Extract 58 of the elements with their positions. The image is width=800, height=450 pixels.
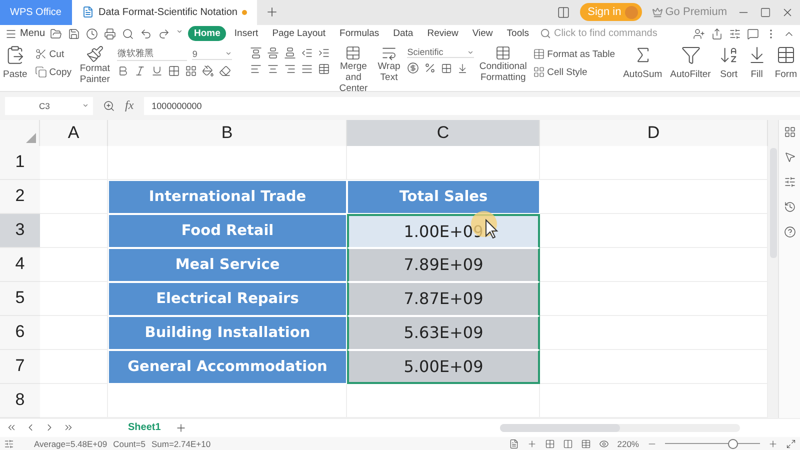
- sort-button[interactable]: Sort: [718, 43, 740, 82]
- row-header[interactable]: 5: [0, 282, 40, 316]
- ribbon-tab[interactable]: Page Layout: [266, 26, 332, 42]
- row-header[interactable]: 1: [0, 146, 40, 180]
- merge-button[interactable]: Merge and Center: [336, 43, 371, 96]
- table-cell[interactable]: 5.63E+09: [347, 316, 540, 350]
- table-cell: General Accommodation: [108, 350, 347, 384]
- autofilter-button[interactable]: AutoFilter: [669, 43, 712, 82]
- sheet-tab[interactable]: Sheet1: [122, 421, 167, 434]
- ribbon-tab[interactable]: Insert: [228, 26, 264, 42]
- font-size-select[interactable]: 9: [192, 48, 232, 60]
- row-header[interactable]: 6: [0, 316, 40, 350]
- form-button[interactable]: Form: [774, 43, 798, 82]
- ribbon-tab[interactable]: View: [466, 26, 499, 42]
- wrap-text-button[interactable]: Wrap Text: [376, 43, 402, 86]
- ribbon-tab[interactable]: Data: [387, 26, 420, 42]
- row-header[interactable]: 8: [0, 384, 40, 418]
- row-header[interactable]: 2: [0, 180, 40, 214]
- average-text: Average=5.48E+09: [34, 438, 108, 449]
- function-label[interactable]: fx: [125, 98, 134, 114]
- copy-button[interactable]: Copy: [34, 65, 72, 80]
- format-painter-button[interactable]: Format Painter: [78, 43, 112, 88]
- column-header[interactable]: A: [40, 120, 108, 146]
- ribbon-tab[interactable]: Review: [421, 26, 464, 42]
- column-header[interactable]: D: [540, 120, 768, 146]
- table-cell: Electrical Repairs: [108, 282, 347, 316]
- zoom-text[interactable]: 220%: [617, 438, 639, 449]
- menu-label[interactable]: Menu: [20, 28, 46, 40]
- ribbon-tab[interactable]: Formulas: [334, 26, 386, 42]
- row-header[interactable]: 3: [0, 214, 40, 248]
- fill-button[interactable]: Fill: [746, 43, 768, 82]
- table-cell: Meal Service: [108, 248, 347, 282]
- column-header[interactable]: B: [108, 120, 347, 146]
- name-box[interactable]: C3: [5, 96, 93, 115]
- ribbon-tab[interactable]: Home: [188, 26, 226, 42]
- number-format-select[interactable]: Scientific: [407, 47, 474, 58]
- paste-button[interactable]: Paste: [2, 43, 28, 82]
- row-header[interactable]: 7: [0, 350, 40, 384]
- table-cell[interactable]: 5.00E+09: [347, 350, 540, 384]
- cell-style-button[interactable]: Cell Style: [532, 65, 616, 80]
- autosum-button[interactable]: AutoSum: [622, 43, 664, 82]
- table-cell[interactable]: 7.89E+09: [347, 248, 540, 282]
- count-text: Count=5: [113, 438, 146, 449]
- cut-button[interactable]: Cut: [34, 47, 72, 62]
- table-header-cell: International Trade: [108, 180, 347, 214]
- formula-field[interactable]: 1000000000: [144, 96, 800, 115]
- table-header-cell: Total Sales: [347, 180, 540, 214]
- sum-text: Sum=2.74E+10: [151, 438, 211, 449]
- ribbon-tab[interactable]: Tools: [500, 26, 535, 42]
- conditional-formatting-button[interactable]: Conditional Formatting: [480, 43, 526, 86]
- format-as-table-button[interactable]: Format as Table: [532, 47, 616, 62]
- font-select[interactable]: 微软雅黑: [117, 47, 188, 62]
- table-cell: Food Retail: [108, 214, 347, 248]
- row-header[interactable]: 4: [0, 248, 40, 282]
- column-header[interactable]: C: [347, 120, 540, 146]
- table-cell: Building Installation: [108, 316, 347, 350]
- table-cell[interactable]: 7.87E+09: [347, 282, 540, 316]
- window-tab[interactable]: Data Format-Scientific Notation: [72, 0, 258, 25]
